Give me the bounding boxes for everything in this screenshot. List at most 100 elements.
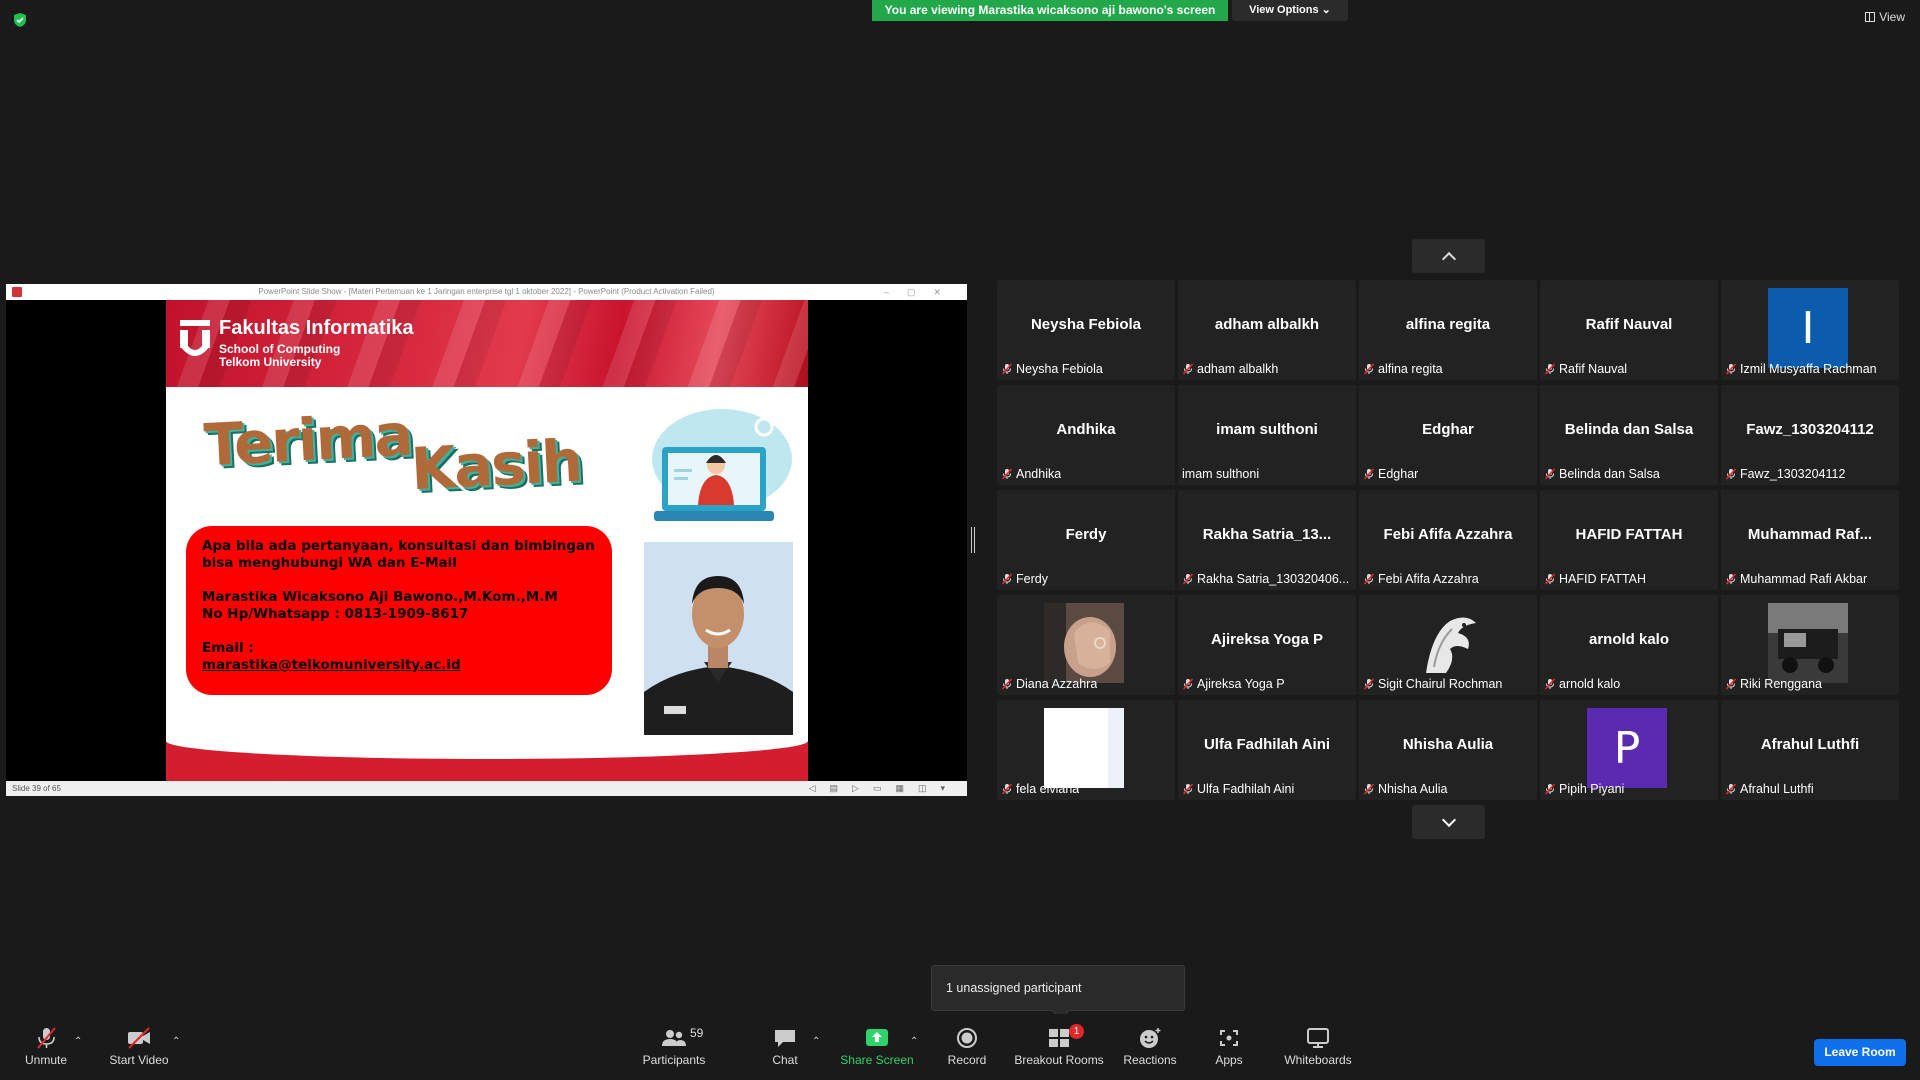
participant-display-name: Afrahul Luthfi	[1760, 736, 1860, 753]
participant-name-bar: Pipih Piyani	[1544, 781, 1714, 797]
participant-name-bar: Diana Azzahra	[1001, 676, 1171, 692]
school-name: School of Computing	[219, 342, 341, 356]
share-screen-button[interactable]: Share Screen	[840, 1014, 914, 1080]
chat-options-caret-icon[interactable]: ⌃	[812, 1036, 822, 1047]
muted-mic-icon	[1001, 468, 1013, 480]
muted-mic-icon	[1363, 573, 1375, 585]
participant-tile[interactable]: Ulfa Fadhilah Aini Ulfa Fadhilah Aini	[1178, 700, 1356, 800]
ppt-window-title: PowerPoint Slide Show - [Materi Pertemua…	[258, 287, 715, 296]
video-options-caret-icon[interactable]: ⌃	[172, 1036, 182, 1047]
encryption-shield-icon[interactable]	[12, 12, 28, 28]
participant-tile[interactable]: Muhammad Raf... Muhammad Rafi Akbar	[1721, 490, 1899, 590]
whiteboards-button[interactable]: Whiteboards	[1280, 1014, 1356, 1080]
muted-mic-icon	[1725, 363, 1737, 375]
slide-heading-kasih: Kasih	[409, 426, 583, 504]
reactions-button[interactable]: Reactions	[1120, 1014, 1180, 1080]
view-button[interactable]: View	[1865, 10, 1905, 24]
muted-mic-icon	[1725, 678, 1737, 690]
muted-mic-icon	[1182, 783, 1194, 795]
participant-tile[interactable]: I Izmil Musyaffa Rachman	[1721, 280, 1899, 380]
ppt-statusbar: Slide 39 of 65 ◁▤▷▭▦◫▾	[6, 781, 967, 796]
participant-name-label: HAFID FATTAH	[1559, 572, 1647, 586]
view-options-button[interactable]: View Options ⌄	[1232, 0, 1348, 21]
faculty-name: Fakultas Informatika	[219, 317, 414, 339]
chevron-down-icon	[1441, 812, 1456, 827]
share-screen-label: Share Screen	[840, 1053, 914, 1067]
breakout-rooms-button[interactable]: Breakout Rooms	[1012, 1014, 1106, 1080]
participant-tile[interactable]: Belinda dan Salsa Belinda dan Salsa	[1540, 385, 1718, 485]
contact-intro: Apa bila ada pertanyaan, konsultasi dan …	[202, 538, 595, 571]
chat-icon	[775, 1030, 795, 1047]
participant-tile[interactable]: Ajireksa Yoga P Ajireksa Yoga P	[1178, 595, 1356, 695]
gallery-page-up-button[interactable]	[1412, 239, 1485, 273]
chevron-up-icon	[1441, 251, 1456, 266]
participant-display-name: Rafif Nauval	[1585, 316, 1673, 333]
gallery-page-down-button[interactable]	[1412, 805, 1485, 839]
participant-name-label: Muhammad Rafi Akbar	[1740, 572, 1868, 586]
participant-name-bar: Fawz_1303204112	[1725, 466, 1895, 482]
split-view-handle[interactable]	[971, 527, 975, 553]
participant-name-bar: Sigit Chairul Rochman	[1363, 676, 1533, 692]
muted-mic-icon	[1725, 573, 1737, 585]
participant-photo	[1044, 603, 1124, 683]
unmute-label: Unmute	[24, 1053, 68, 1067]
participant-name-label: Ulfa Fadhilah Aini	[1197, 782, 1295, 796]
whiteboards-label: Whiteboards	[1284, 1053, 1352, 1067]
participant-tile[interactable]: Edghar Edghar	[1359, 385, 1537, 485]
share-options-caret-icon[interactable]: ⌃	[910, 1036, 920, 1047]
participant-name-label: Andhika	[1016, 467, 1062, 481]
leave-room-button[interactable]: Leave Room	[1814, 1039, 1906, 1066]
participant-tile[interactable]: Sigit Chairul Rochman	[1359, 595, 1537, 695]
participant-tile[interactable]: Afrahul Luthfi Afrahul Luthfi	[1721, 700, 1899, 800]
participant-name-bar: arnold kalo	[1544, 676, 1714, 692]
participant-tile[interactable]: fela elviana	[997, 700, 1175, 800]
presentation-slide: Fakultas Informatika School of Computing…	[166, 300, 808, 781]
chat-button[interactable]: Chat	[765, 1014, 805, 1080]
participant-name-label: Pipih Piyani	[1559, 782, 1625, 796]
participant-tile[interactable]: Riki Renggana	[1721, 595, 1899, 695]
participant-display-name: HAFID FATTAH	[1575, 526, 1683, 543]
record-button[interactable]: Record	[942, 1014, 992, 1080]
participant-tile[interactable]: Diana Azzahra	[997, 595, 1175, 695]
participant-display-name: Ulfa Fadhilah Aini	[1203, 736, 1331, 753]
participant-tile[interactable]: arnold kalo arnold kalo	[1540, 595, 1718, 695]
participant-tile[interactable]: Fawz_1303204112 Fawz_1303204112	[1721, 385, 1899, 485]
participant-tile[interactable]: Rafif Nauval Rafif Nauval	[1540, 280, 1718, 380]
muted-mic-icon	[1544, 573, 1556, 585]
window-controls: –▢✕	[883, 287, 959, 297]
participant-name-bar: Edghar	[1363, 466, 1533, 482]
participants-count: 59	[690, 1026, 704, 1040]
participant-tile[interactable]: HAFID FATTAH HAFID FATTAH	[1540, 490, 1718, 590]
participant-tile[interactable]: adham albalkh adham albalkh	[1178, 280, 1356, 380]
contact-box: Apa bila ada pertanyaan, konsultasi dan …	[186, 526, 612, 695]
layout-icon	[1865, 12, 1876, 22]
participant-tile[interactable]: alfina regita alfina regita	[1359, 280, 1537, 380]
participant-tile[interactable]: Rakha Satria_13... Rakha Satria_130320406…	[1178, 490, 1356, 590]
participant-tile[interactable]: Febi Afifa Azzahra Febi Afifa Azzahra	[1359, 490, 1537, 590]
participant-tile[interactable]: Andhika Andhika	[997, 385, 1175, 485]
video-off-icon	[128, 1027, 150, 1049]
participant-name-label: Edghar	[1378, 467, 1419, 481]
participants-button[interactable]: Participants	[640, 1014, 708, 1080]
participant-tile[interactable]: imam sulthoni imam sulthoni	[1178, 385, 1356, 485]
participant-name-label: alfina regita	[1378, 362, 1443, 376]
ppt-titlebar: PowerPoint Slide Show - [Materi Pertemua…	[6, 284, 967, 300]
muted-mic-icon	[1544, 678, 1556, 690]
telkom-university-logo	[180, 320, 210, 356]
slide-heading-terima: Terima	[202, 400, 413, 480]
reactions-smiley-icon	[1140, 1028, 1161, 1048]
audio-options-caret-icon[interactable]: ⌃	[74, 1036, 84, 1047]
participant-tile[interactable]: Neysha Febiola Neysha Febiola	[997, 280, 1175, 380]
apps-button[interactable]: Apps	[1209, 1014, 1249, 1080]
participant-tile[interactable]: Nhisha Aulia Nhisha Aulia	[1359, 700, 1537, 800]
participant-name-label: Nhisha Aulia	[1378, 782, 1448, 796]
participant-name-label: Sigit Chairul Rochman	[1378, 677, 1503, 691]
unmute-button[interactable]: Unmute	[18, 1014, 74, 1080]
participant-display-name: Nhisha Aulia	[1402, 736, 1494, 753]
participant-tile[interactable]: Ferdy Ferdy	[997, 490, 1175, 590]
start-video-button[interactable]: Start Video	[104, 1014, 174, 1080]
participant-name-bar: imam sulthoni	[1182, 466, 1352, 482]
unassigned-participant-toast[interactable]: 1 unassigned participant	[931, 965, 1185, 1011]
participant-name-label: arnold kalo	[1559, 677, 1621, 691]
participant-tile[interactable]: P Pipih Piyani	[1540, 700, 1718, 800]
